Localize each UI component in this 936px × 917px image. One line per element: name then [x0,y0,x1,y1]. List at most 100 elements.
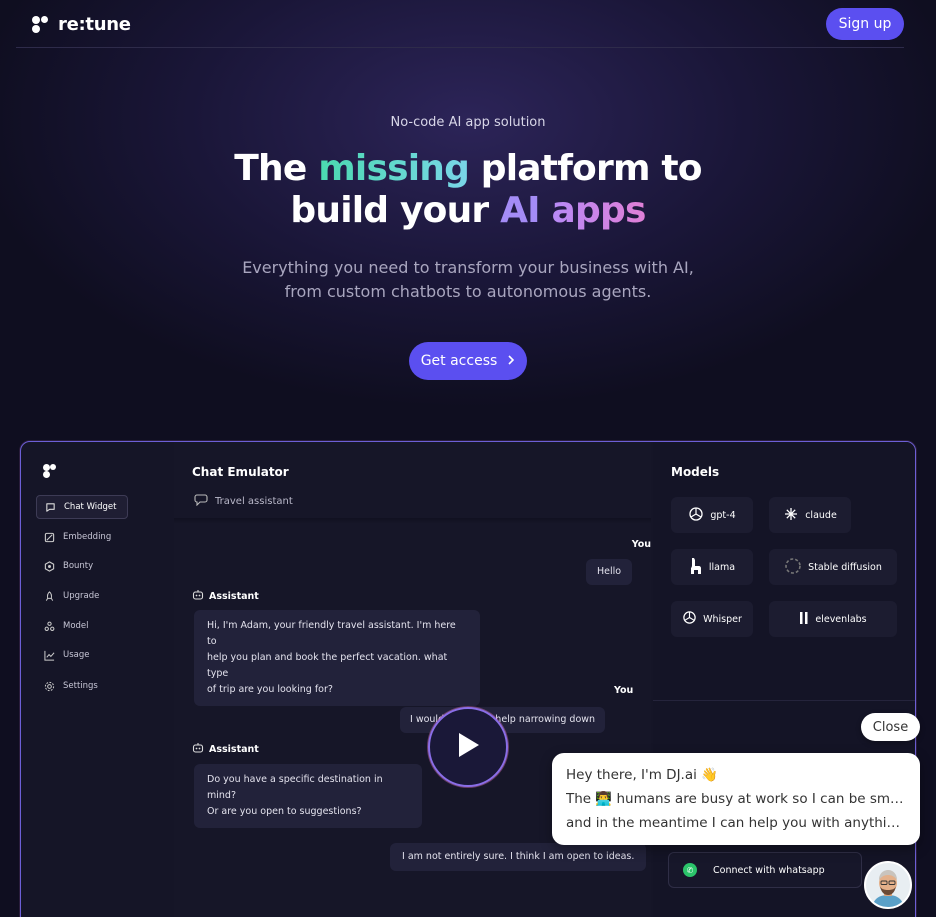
sidebar-item-label: Model [63,621,89,631]
model-label: gpt-4 [710,509,736,521]
whatsapp-icon: ✆ [683,863,697,877]
model-label: Whisper [703,613,742,625]
chart-icon [43,649,55,661]
connect-whatsapp-button[interactable]: ✆ Connect with whatsapp [668,852,862,888]
model-icon [43,620,55,632]
stable-diffusion-icon [784,557,802,578]
sidebar-item-label: Chat Widget [64,502,117,512]
sidebar-item-label: Upgrade [63,591,100,601]
top-nav [16,0,904,48]
app-logo-icon [43,464,57,478]
elevenlabs-icon [799,611,809,628]
model-chip-llama[interactable]: llama [671,549,753,585]
embedding-icon [43,531,55,543]
message-bubble-assistant: Do you have a specific destination in mi… [194,764,422,828]
claude-icon [783,506,799,525]
message-line: Hi, I'm Adam, your friendly travel assis… [207,620,456,647]
logo-icon [32,15,50,34]
you-label: You [614,685,633,696]
chat-icon [44,501,56,513]
gear-icon [43,680,55,692]
chat-subtitle: Travel assistant [194,493,293,509]
openai-icon [682,610,697,628]
hero-eyebrow: No-code AI app solution [390,115,546,130]
brand-logo[interactable]: re:tune [32,14,131,35]
message-bubble-user: I am not entirely sure. I think I am ope… [390,843,647,871]
app-sidebar: Chat Widget Embedding Bounty Upgrade Mod… [21,442,171,917]
sidebar-item-usage[interactable]: Usage [36,643,128,667]
title-text: The [234,148,319,189]
chat-divider [174,518,651,524]
model-chip-gpt4[interactable]: gpt-4 [671,497,753,533]
sidebar-item-label: Embedding [63,532,112,542]
sidebar-item-settings[interactable]: Settings [36,674,128,698]
hero-subtitle: Everything you need to transform your bu… [0,256,936,304]
model-label: elevenlabs [815,613,867,625]
assistant-label: Assistant [192,589,259,603]
play-icon [455,731,481,763]
llama-icon [689,557,703,578]
models-panel: Models gpt-4 claude llama Stable diffusi… [653,442,915,917]
title-text: platform to [469,148,703,189]
app-preview: Chat Widget Embedding Bounty Upgrade Mod… [20,441,916,917]
sender-name: Assistant [209,590,259,602]
chat-widget-popup[interactable]: Hey there, I'm DJ.ai 👋 The 👨‍💻 humans ar… [552,753,920,845]
openai-icon [688,506,704,525]
title-highlight-ai: AI [500,190,540,231]
brand-name: re:tune [58,14,131,35]
title-highlight-missing: missing [318,148,470,189]
cta-label: Get access [420,353,498,369]
rocket-icon [43,590,55,602]
title-highlight-apps: apps [551,190,647,231]
message-line: help you plan and book the perfect vacat… [207,652,448,679]
sidebar-item-chat-widget[interactable]: Chat Widget [36,495,128,519]
robot-icon [192,589,204,603]
sender-name: You [631,539,651,550]
model-chip-elevenlabs[interactable]: elevenlabs [769,601,897,637]
model-chip-claude[interactable]: claude [769,497,851,533]
bounty-icon [43,560,55,572]
assistant-avatar[interactable] [864,861,912,909]
sidebar-item-label: Usage [63,650,90,660]
sidebar-item-bounty[interactable]: Bounty [36,554,128,578]
avatar-portrait [866,863,910,907]
sidebar-item-embedding[interactable]: Embedding [36,525,128,549]
you-label: You [174,539,651,550]
model-chip-stable-diffusion[interactable]: Stable diffusion [769,549,897,585]
subtitle-line: Everything you need to transform your bu… [242,258,694,277]
play-video-button[interactable] [428,707,508,787]
signup-button[interactable]: Sign up [826,8,904,40]
subtitle-line: from custom chatbots to autonomous agent… [284,282,652,301]
model-chip-whisper[interactable]: Whisper [671,601,753,637]
message-bubble-assistant: Hi, I'm Adam, your friendly travel assis… [194,610,480,706]
sidebar-item-upgrade[interactable]: Upgrade [36,584,128,608]
chat-emulator: Chat Emulator Travel assistant You Hello… [174,442,651,917]
sender-name: Assistant [209,743,259,755]
assistant-label: Assistant [192,742,259,756]
models-divider [653,700,915,701]
close-popup-button[interactable]: Close [861,713,920,741]
message-line: Do you have a specific destination in mi… [207,774,383,801]
robot-icon [192,742,204,756]
sender-name: You [614,685,634,696]
chat-title: Chat Emulator [192,465,289,479]
popup-line: The 👨‍💻 humans are busy at work so I can… [566,791,906,807]
popup-line: and in the meantime I can help you with … [566,815,906,831]
get-access-button[interactable]: Get access [409,342,527,380]
sidebar-item-model[interactable]: Model [36,614,128,638]
model-label: Stable diffusion [808,561,882,573]
chat-bubble-icon [194,493,208,509]
message-line: of trip are you looking for? [207,684,333,695]
chevron-right-icon [507,353,515,369]
sidebar-item-label: Settings [63,681,98,691]
sidebar-item-label: Bounty [63,561,94,571]
model-label: llama [708,561,736,573]
message-line: Or are you open to suggestions? [207,806,362,817]
model-label: claude [805,509,837,521]
whatsapp-label: Connect with whatsapp [713,864,825,876]
popup-line: Hey there, I'm DJ.ai 👋 [566,767,718,783]
title-text: build your [290,190,501,231]
models-title: Models [671,465,720,479]
hero-title: The missing platform to build your AI ap… [0,148,936,232]
message-bubble-user: Hello [586,559,633,585]
